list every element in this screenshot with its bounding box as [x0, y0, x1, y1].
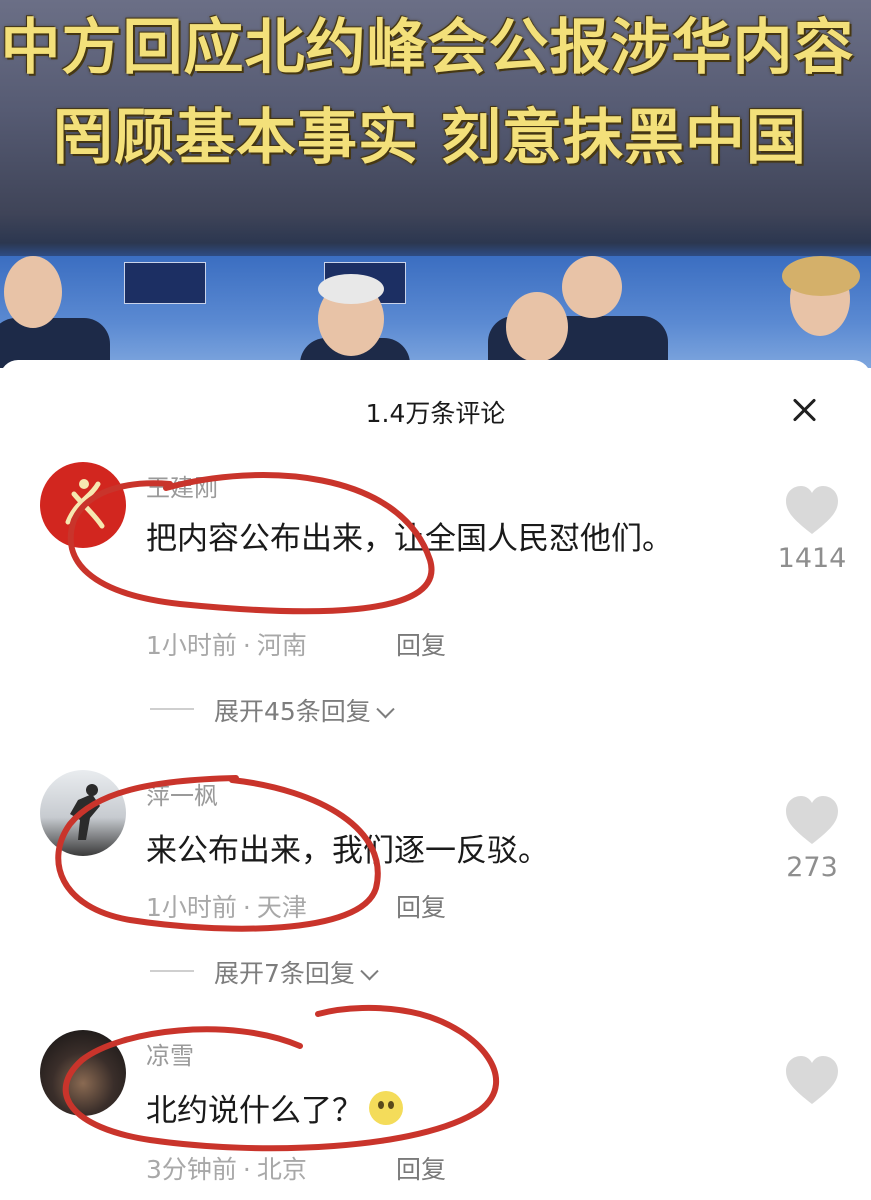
comment-time: 1小时前	[146, 893, 237, 922]
comment-location: 北京	[256, 1155, 307, 1184]
expand-replies-button[interactable]: 展开45条回复	[150, 692, 395, 728]
svg-text:♪: ♪	[56, 831, 66, 850]
video-headline: 中方回应北约峰会公报涉华内容	[0, 13, 855, 83]
comment-text-body: 北约说什么了？	[146, 1093, 363, 1129]
avatar[interactable]	[40, 1030, 126, 1116]
avatar-emblem-icon	[65, 479, 105, 529]
comment-username[interactable]: 凉雪	[146, 1036, 194, 1071]
avatar[interactable]	[40, 462, 126, 548]
shocked-emoji-icon	[369, 1091, 403, 1125]
comment-meta: 1小时前 · 河南	[146, 631, 307, 660]
expand-replies-label: 展开7条回复	[214, 959, 355, 988]
close-icon[interactable]	[784, 390, 824, 430]
comments-count-title: 1.4万条评论	[365, 399, 506, 428]
expand-replies-label: 展开45条回复	[214, 697, 371, 726]
comment-meta: 1小时前 · 天津	[146, 893, 307, 922]
heart-icon[interactable]	[782, 1052, 842, 1112]
nato-logo	[124, 262, 206, 304]
comment-text: 北约说什么了？	[146, 1088, 706, 1134]
video-player[interactable]: 中方回应北约峰会公报涉华内容 罔顾基本事实 刻意抹黑中国	[0, 0, 871, 368]
comment-username[interactable]: 王建刚	[146, 468, 218, 503]
divider	[150, 708, 194, 710]
heart-icon[interactable]	[782, 792, 842, 852]
comment-time: 3分钟前	[146, 1155, 237, 1184]
avatar-silhouette-icon: ♪	[56, 784, 100, 850]
comment-text: 把内容公布出来，让全国人民怼他们。	[146, 521, 673, 557]
like-count: 1414	[777, 543, 847, 574]
comments-panel	[0, 360, 871, 1200]
comment-meta: 3分钟前 · 北京	[146, 1155, 307, 1184]
expand-replies-button[interactable]: 展开7条回复	[150, 954, 379, 990]
like-count: 273	[786, 852, 838, 883]
avatar[interactable]: ♪	[40, 770, 126, 856]
comment-username[interactable]: 萍一枫	[146, 776, 218, 811]
reply-button[interactable]: 回复	[396, 1150, 446, 1186]
chevron-down-icon	[376, 700, 395, 719]
chevron-down-icon	[360, 962, 379, 981]
heart-icon[interactable]	[782, 482, 842, 542]
video-headline: 罔顾基本事实 刻意抹黑中国	[53, 103, 807, 173]
comment-location: 天津	[256, 893, 307, 922]
reply-button[interactable]: 回复	[396, 626, 446, 662]
comment-text: 来公布出来，我们逐一反驳。	[146, 833, 549, 869]
reply-button[interactable]: 回复	[396, 888, 446, 924]
comment-location: 河南	[256, 631, 307, 660]
comment-time: 1小时前	[146, 631, 237, 660]
divider	[150, 970, 194, 972]
